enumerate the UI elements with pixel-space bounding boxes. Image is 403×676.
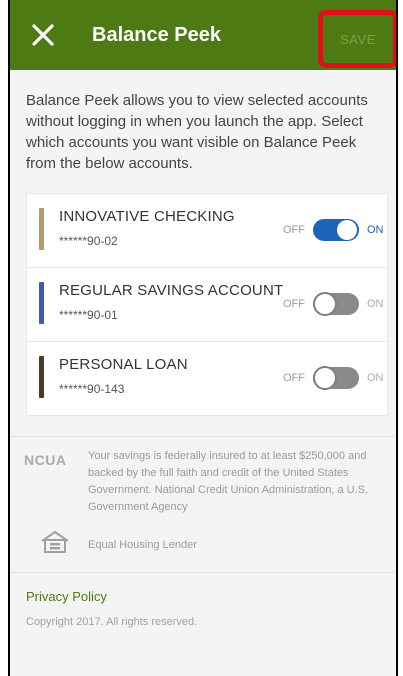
- close-button[interactable]: [26, 18, 60, 52]
- account-number: ******90-02: [59, 234, 118, 248]
- toggle-on-label: ON: [367, 372, 384, 384]
- ncua-disclaimer: Your savings is federally insured to at …: [88, 450, 369, 513]
- account-row-checking: INNOVATIVE CHECKING ******90-02 OFF ON: [27, 194, 387, 268]
- page-title: Balance Peek: [92, 24, 221, 46]
- balance-peek-description: Balance Peek allows you to view selected…: [26, 92, 368, 172]
- account-name: REGULAR SAVINGS ACCOUNT: [59, 282, 284, 299]
- account-row-savings: REGULAR SAVINGS ACCOUNT ******90-01 OFF …: [27, 268, 387, 342]
- footer-divider: [10, 436, 396, 437]
- close-icon: [32, 24, 54, 46]
- toggle-off-label: OFF: [283, 224, 305, 236]
- ncua-logo: NCUA: [24, 452, 67, 468]
- account-name: INNOVATIVE CHECKING: [59, 208, 235, 225]
- equal-housing-text: Equal Housing Lender: [88, 539, 197, 551]
- account-name: PERSONAL LOAN: [59, 356, 188, 373]
- save-button[interactable]: SAVE: [318, 10, 396, 68]
- toggle-knob: [313, 366, 337, 390]
- account-color-bar: [39, 208, 44, 250]
- copyright-text: Copyright 2017. All rights reserved.: [26, 616, 198, 628]
- account-row-loan: PERSONAL LOAN ******90-143 OFF ON: [27, 342, 387, 415]
- account-toggle[interactable]: [313, 366, 359, 390]
- toggle-knob: [313, 292, 337, 316]
- privacy-policy-link[interactable]: Privacy Policy: [26, 589, 107, 604]
- equal-housing-icon: [41, 530, 69, 553]
- app-frame: Balance Peek SAVE Balance Peek allows yo…: [8, 0, 398, 676]
- toggle-on-label: ON: [367, 298, 384, 310]
- account-toggle[interactable]: [313, 292, 359, 316]
- toggle-knob: [337, 220, 357, 240]
- toggle-off-label: OFF: [283, 372, 305, 384]
- footer-divider-2: [10, 572, 396, 573]
- account-number: ******90-143: [59, 382, 125, 396]
- account-list: INNOVATIVE CHECKING ******90-02 OFF ON R…: [26, 193, 388, 416]
- toggle-off-label: OFF: [283, 298, 305, 310]
- account-toggle[interactable]: [313, 219, 359, 241]
- account-color-bar: [39, 282, 44, 324]
- account-number: ******90-01: [59, 308, 118, 322]
- app-header: Balance Peek SAVE: [10, 0, 396, 70]
- toggle-on-label: ON: [367, 224, 384, 236]
- account-color-bar: [39, 356, 44, 398]
